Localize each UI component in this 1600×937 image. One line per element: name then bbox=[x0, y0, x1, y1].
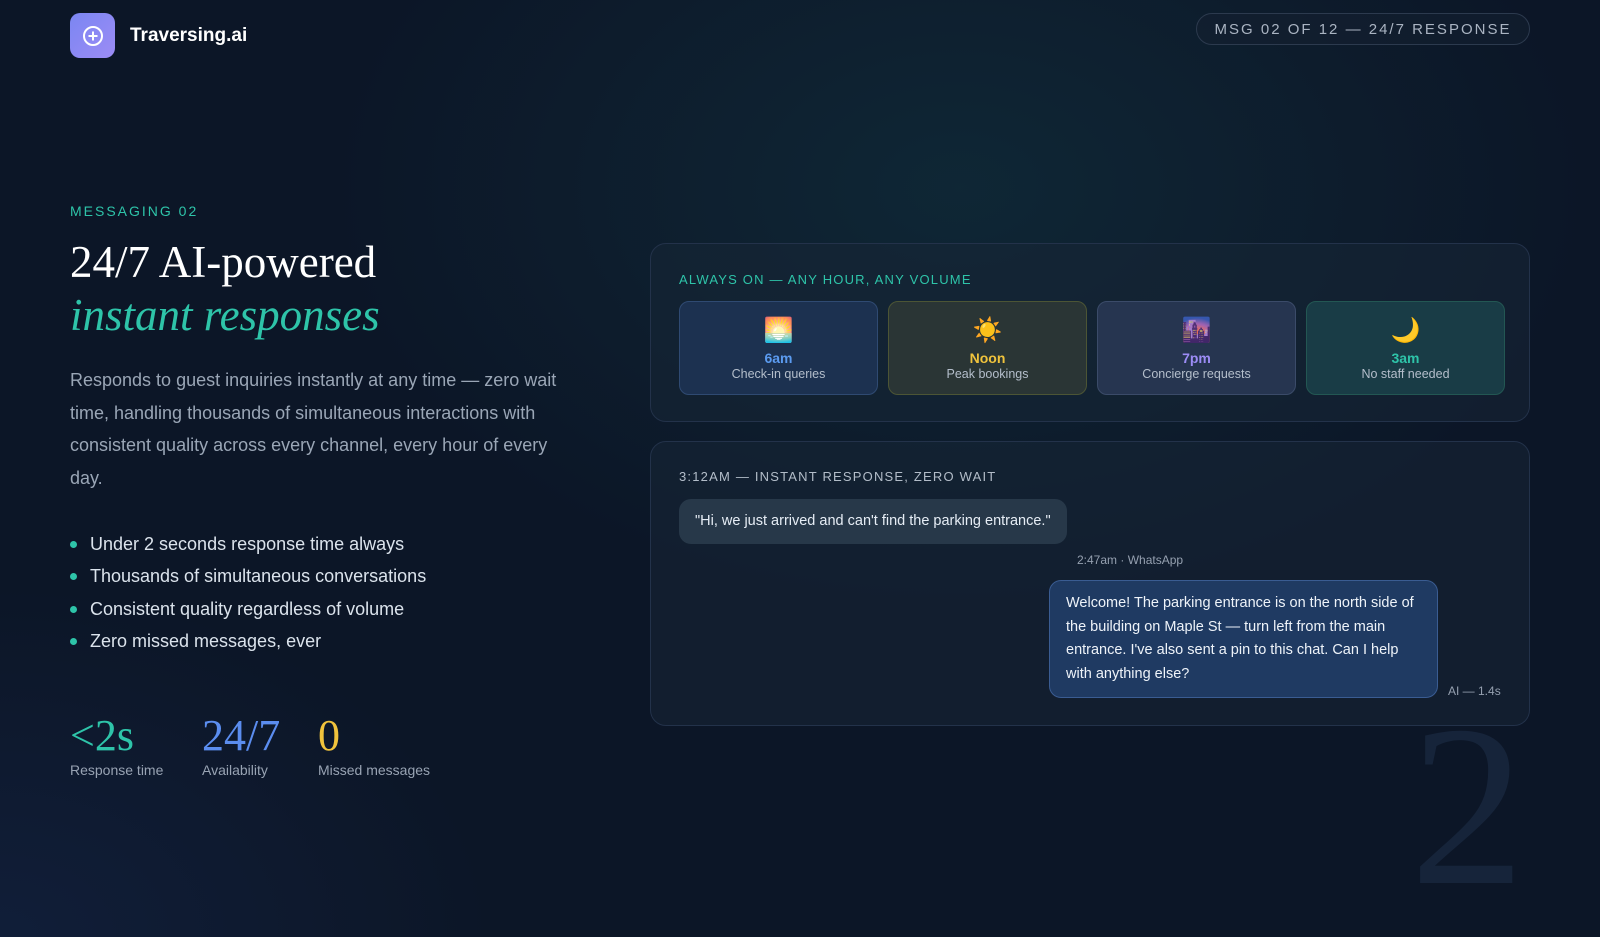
plus-circle-icon bbox=[70, 13, 115, 58]
time-tile-6am: 🌅 6am Check-in queries bbox=[679, 301, 878, 395]
moon-icon: 🌙 bbox=[1390, 317, 1421, 344]
feature-item: Zero missed messages, ever bbox=[70, 626, 426, 659]
feature-item: Consistent quality regardless of volume bbox=[70, 593, 426, 626]
tile-label: No staff needed bbox=[1361, 367, 1450, 381]
tile-time: 7pm bbox=[1182, 350, 1211, 366]
conversation-card: 3:12AM — INSTANT RESPONSE, ZERO WAIT "Hi… bbox=[650, 441, 1530, 726]
stat-label: Availability bbox=[202, 762, 268, 778]
stat-availability: 24/7 Availability bbox=[202, 711, 281, 779]
feature-text: Under 2 seconds response time always bbox=[90, 533, 405, 554]
brand-name: Traversing.ai bbox=[130, 24, 248, 46]
feature-text: Thousands of simultaneous conversations bbox=[90, 566, 427, 587]
tile-time: 6am bbox=[764, 350, 793, 366]
stat-value: 0 bbox=[318, 711, 340, 760]
tile-label: Peak bookings bbox=[946, 367, 1029, 381]
feature-text: Consistent quality regardless of volume bbox=[90, 598, 405, 619]
bullet-dot-icon bbox=[70, 573, 77, 581]
conversation-title: 3:12AM — INSTANT RESPONSE, ZERO WAIT bbox=[679, 469, 997, 484]
time-tiles: 🌅 6am Check-in queries ☀️ Noon Peak book… bbox=[679, 301, 1505, 395]
sun-icon: ☀️ bbox=[972, 317, 1003, 344]
feature-list: Under 2 seconds response time always Tho… bbox=[70, 528, 426, 658]
page-title: 24/7 AI-powered bbox=[70, 237, 377, 287]
tile-label: Check-in queries bbox=[731, 367, 826, 381]
time-tile-7pm: 🌆 7pm Concierge requests bbox=[1097, 301, 1296, 395]
bullet-dot-icon bbox=[70, 638, 77, 646]
stat-response-time: <2s Response time bbox=[70, 711, 164, 779]
brand-logo[interactable]: Traversing.ai bbox=[70, 13, 247, 58]
stat-value: 24/7 bbox=[202, 711, 281, 760]
bullet-dot-icon bbox=[70, 540, 77, 548]
feature-text: Zero missed messages, ever bbox=[90, 631, 322, 652]
tile-time: 3am bbox=[1391, 350, 1420, 366]
city-dusk-icon: 🌆 bbox=[1181, 317, 1212, 344]
bullet-dot-icon bbox=[70, 605, 77, 613]
progress-pill: MSG 02 OF 12 — 24/7 RESPONSE bbox=[1196, 13, 1530, 45]
tile-label: Concierge requests bbox=[1142, 367, 1251, 381]
feature-item: Thousands of simultaneous conversations bbox=[70, 561, 426, 594]
tile-time: Noon bbox=[969, 350, 1006, 366]
page-title-accent: instant responses bbox=[70, 290, 380, 340]
stat-label: Missed messages bbox=[318, 762, 431, 778]
guest-message-meta: 2:47am · WhatsApp bbox=[1077, 553, 1184, 567]
always-on-title: ALWAYS ON — ANY HOUR, ANY VOLUME bbox=[679, 272, 972, 287]
always-on-card: ALWAYS ON — ANY HOUR, ANY VOLUME 🌅 6am C… bbox=[650, 243, 1530, 422]
feature-item: Under 2 seconds response time always bbox=[70, 528, 426, 561]
guest-message-bubble: "Hi, we just arrived and can't find the … bbox=[679, 499, 1067, 544]
time-tile-noon: ☀️ Noon Peak bookings bbox=[888, 301, 1087, 395]
sunrise-icon: 🌅 bbox=[763, 317, 794, 344]
slide-number-watermark: 2 bbox=[1410, 678, 1525, 933]
hero-description: Responds to guest inquiries instantly at… bbox=[70, 370, 557, 488]
stat-label: Response time bbox=[70, 762, 164, 778]
ai-reply-bubble: Welcome! The parking entrance is on the … bbox=[1049, 580, 1438, 698]
time-tile-3am: 🌙 3am No staff needed bbox=[1306, 301, 1505, 395]
section-eyebrow: MESSAGING 02 bbox=[70, 203, 199, 219]
stat-value: <2s bbox=[70, 711, 134, 760]
stat-missed-messages: 0 Missed messages bbox=[318, 711, 431, 779]
